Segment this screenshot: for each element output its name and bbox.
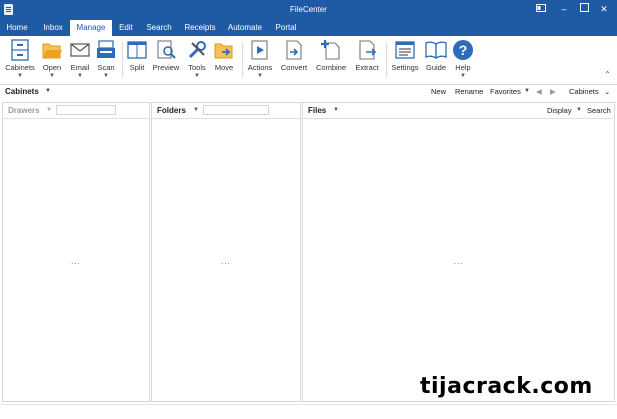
minimize-icon[interactable]: –: [557, 3, 571, 15]
chevron-down-icon[interactable]: ▼: [46, 107, 52, 113]
preview-icon: [157, 40, 176, 59]
cabinet-selector[interactable]: Cabinets: [569, 87, 599, 96]
actions-play-icon: [251, 40, 268, 60]
drawers-placeholder: ...: [71, 257, 81, 266]
drawers-filter-input[interactable]: [56, 105, 116, 115]
tab-search[interactable]: Search: [143, 20, 175, 36]
move-button[interactable]: Move: [209, 39, 239, 81]
tools-icon: [188, 41, 206, 59]
folder-open-icon: [42, 43, 62, 59]
preview-button[interactable]: Preview: [151, 39, 181, 81]
scanner-icon: [97, 40, 115, 58]
split-view-icon: [127, 41, 147, 59]
scan-button[interactable]: Scan ▼: [91, 39, 121, 81]
rename-button[interactable]: Rename: [455, 87, 483, 96]
book-icon: [425, 41, 447, 60]
chevron-down-icon: ▼: [49, 73, 55, 79]
files-header: Files ▼ Display ▼ Search: [303, 103, 614, 119]
chevron-down-icon: ▼: [17, 73, 23, 79]
actions-button[interactable]: Actions ▼: [245, 39, 275, 81]
watermark-text: tijacrack.com: [420, 374, 593, 399]
chevron-down-icon: ▼: [257, 73, 263, 79]
cabinet-bar: Cabinets ▼ New Rename Favorites ▼ ◀ ▶ Ca…: [0, 85, 617, 99]
close-icon[interactable]: ✕: [597, 3, 611, 15]
forward-arrow-icon[interactable]: ▶: [550, 87, 556, 96]
settings-icon: [395, 41, 415, 59]
chevron-down-icon[interactable]: ▼: [333, 107, 339, 113]
convert-button[interactable]: Convert: [279, 39, 309, 81]
ribbon-toolbar: Cabinets ▼ Open ▼ Email ▼ Scan ▼ Split P…: [0, 36, 617, 85]
chevron-down-icon: ▼: [194, 73, 200, 79]
tab-edit[interactable]: Edit: [113, 20, 139, 36]
files-pane: Files ▼ Display ▼ Search ...: [302, 102, 615, 402]
combine-icon: [321, 40, 340, 60]
convert-document-icon: [286, 40, 302, 60]
extract-label: Extract: [355, 63, 379, 72]
search-button[interactable]: Search: [587, 106, 611, 115]
folders-placeholder: ...: [221, 257, 231, 266]
files-title[interactable]: Files: [308, 106, 326, 115]
cabinets-button[interactable]: Cabinets ▼: [5, 39, 35, 81]
display-button[interactable]: Display: [547, 106, 572, 115]
folders-title[interactable]: Folders: [157, 106, 186, 115]
back-arrow-icon[interactable]: ◀: [536, 87, 542, 96]
guide-button[interactable]: Guide: [421, 39, 451, 81]
tab-automate[interactable]: Automate: [224, 20, 266, 36]
chevron-down-icon[interactable]: ▼: [576, 107, 582, 113]
email-icon: [70, 43, 90, 57]
window-title: FileCenter: [290, 5, 327, 14]
move-folder-icon: [214, 43, 233, 59]
ribbon-separator: [386, 42, 387, 78]
tab-portal[interactable]: Portal: [271, 20, 301, 36]
settings-button[interactable]: Settings: [390, 39, 420, 81]
extract-icon: [359, 40, 377, 60]
convert-label: Convert: [280, 63, 308, 72]
svg-text:?: ?: [459, 42, 468, 58]
help-button[interactable]: ? Help ▼: [448, 39, 478, 81]
split-button[interactable]: Split: [122, 39, 152, 81]
extract-button[interactable]: Extract: [352, 39, 382, 81]
chevron-down-icon[interactable]: ▼: [193, 107, 199, 113]
chevron-down-icon: ▼: [460, 73, 466, 79]
ribbon-separator: [242, 42, 243, 78]
tab-home[interactable]: Home: [2, 20, 32, 36]
chevron-down-icon[interactable]: ▼: [524, 88, 530, 94]
open-button[interactable]: Open ▼: [37, 39, 67, 81]
ribbon-tabs: Home Inbox Manage Edit Search Receipts A…: [0, 20, 617, 36]
new-button[interactable]: New: [431, 87, 446, 96]
cabinet-icon: [11, 39, 29, 61]
chevron-down-icon: ▼: [77, 73, 83, 79]
files-placeholder: ...: [453, 257, 464, 266]
drawers-header: Drawers ▼: [3, 103, 149, 119]
chevron-down-icon: ▼: [103, 73, 109, 79]
tools-button[interactable]: Tools ▼: [182, 39, 212, 81]
collapse-ribbon-icon[interactable]: ⌃: [604, 70, 611, 79]
drawers-title[interactable]: Drawers: [8, 106, 40, 115]
help-question-icon: ?: [453, 40, 473, 60]
cabinet-title[interactable]: Cabinets: [5, 87, 39, 96]
favorites-button[interactable]: Favorites: [490, 87, 521, 96]
tab-manage[interactable]: Manage: [70, 20, 112, 36]
tab-receipts[interactable]: Receipts: [181, 20, 219, 36]
folders-header: Folders ▼: [152, 103, 300, 119]
status-divider: [0, 404, 617, 405]
combine-button[interactable]: Combine: [316, 39, 346, 81]
drawers-pane: Drawers ▼ ...: [2, 102, 150, 402]
tab-inbox[interactable]: Inbox: [37, 20, 69, 36]
help-label: Help: [455, 63, 471, 72]
restore-layout-icon[interactable]: [534, 3, 548, 15]
maximize-icon[interactable]: [577, 3, 591, 15]
chevron-down-icon[interactable]: ▼: [45, 88, 51, 94]
title-bar: FileCenter – ✕: [0, 0, 617, 20]
folders-pane: Folders ▼ ...: [151, 102, 301, 402]
chevron-down-icon[interactable]: ⌄: [604, 87, 610, 96]
folders-filter-input[interactable]: [203, 105, 269, 115]
